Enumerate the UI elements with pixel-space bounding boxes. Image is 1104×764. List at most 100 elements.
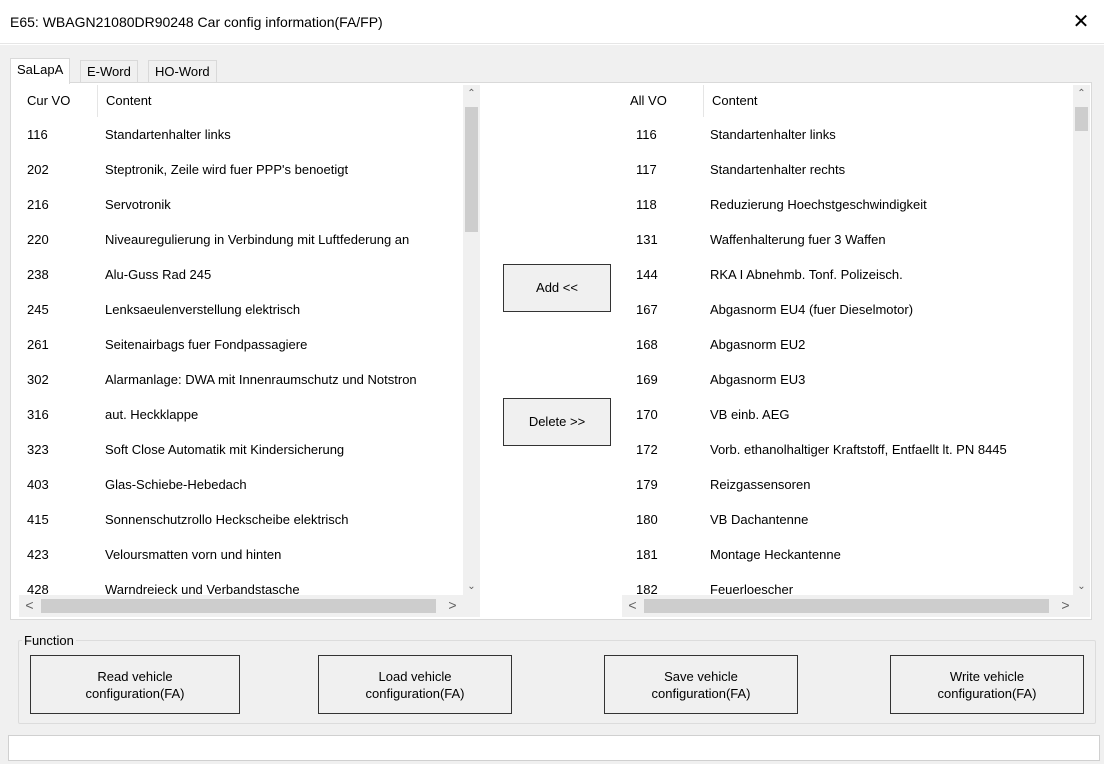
vo-code: 172 <box>636 442 658 457</box>
vo-code: 403 <box>27 477 49 492</box>
tab-e-word[interactable]: E-Word <box>80 60 138 83</box>
scroll-up-icon[interactable]: ⌃ <box>1073 85 1090 102</box>
scrollbar-thumb[interactable] <box>644 599 1049 613</box>
list-item[interactable]: 261 Seitenairbags fuer Fondpassagiere <box>19 327 463 362</box>
vo-code: 118 <box>636 197 657 212</box>
vo-code: 423 <box>27 547 49 562</box>
vo-code: 179 <box>636 477 658 492</box>
close-icon: ✕ <box>1072 11 1090 33</box>
vo-content: Alu-Guss Rad 245 <box>105 267 212 282</box>
list-item[interactable]: 428 Warndreieck und Verbandstasche <box>19 572 463 595</box>
list-item[interactable]: 415 Sonnenschutzrollo Heckscheibe elektri… <box>19 502 463 537</box>
list-item[interactable]: 170 VB einb. AEG <box>622 397 1073 432</box>
column-header-content[interactable]: Content <box>704 85 1073 117</box>
vo-code: 202 <box>27 162 49 177</box>
vo-content: Standartenhalter links <box>105 127 231 142</box>
scrollbar-thumb[interactable] <box>465 107 478 232</box>
button-label: Save vehicle configuration(FA) <box>651 668 751 701</box>
scroll-down-icon[interactable]: ⌄ <box>463 578 480 595</box>
vo-code: 169 <box>636 372 658 387</box>
scroll-left-icon[interactable]: < <box>21 597 38 614</box>
write-vehicle-configuration-button[interactable]: Write vehicle configuration(FA) <box>890 655 1084 714</box>
title-bar: E65: WBAGN21080DR90248 Car config inform… <box>0 0 1104 44</box>
scroll-right-icon[interactable]: > <box>1057 597 1074 614</box>
vo-content: Sonnenschutzrollo Heckscheibe elektrisch <box>105 512 349 527</box>
vo-content: Standartenhalter rechts <box>710 162 846 177</box>
button-label: Read vehicle configuration(FA) <box>85 668 185 701</box>
column-header-content[interactable]: Content <box>98 85 463 117</box>
vo-code: 144 <box>636 267 658 282</box>
vo-content: Montage Heckantenne <box>710 547 841 562</box>
add-button[interactable]: Add << <box>503 264 611 312</box>
close-button[interactable]: ✕ <box>1058 0 1104 44</box>
vo-code: 131 <box>636 232 658 247</box>
scroll-left-icon[interactable]: < <box>624 597 641 614</box>
save-vehicle-configuration-button[interactable]: Save vehicle configuration(FA) <box>604 655 798 714</box>
list-item[interactable]: 245 Lenksaeulenverstellung elektrisch <box>19 292 463 327</box>
list-item[interactable]: 238 Alu-Guss Rad 245 <box>19 257 463 292</box>
list-item[interactable]: 216 Servotronik <box>19 187 463 222</box>
vo-content: Servotronik <box>105 197 171 212</box>
list-item[interactable]: 323 Soft Close Automatik mit Kindersicher… <box>19 432 463 467</box>
list-item[interactable]: 118 Reduzierung Hoechstgeschwindigkeit <box>622 187 1073 222</box>
current-vo-list[interactable]: Cur VO Content 116 Standartenhalter links… <box>19 85 463 595</box>
scrollbar-thumb[interactable] <box>1075 107 1088 131</box>
button-label: Load vehicle configuration(FA) <box>365 668 465 701</box>
list-item[interactable]: 403 Glas-Schiebe-Hebedach <box>19 467 463 502</box>
left-vertical-scrollbar[interactable]: ⌃ ⌄ <box>463 85 480 595</box>
vo-code: 216 <box>27 197 49 212</box>
list-item[interactable]: 168 Abgasnorm EU2 <box>622 327 1073 362</box>
column-header-cur-vo[interactable]: Cur VO <box>19 85 98 117</box>
list-item[interactable]: 131 Waffenhalterung fuer 3 Waffen <box>622 222 1073 257</box>
vo-content: Seitenairbags fuer Fondpassagiere <box>105 337 308 352</box>
list-item[interactable]: 182 Feuerloescher <box>622 572 1073 595</box>
scroll-down-icon[interactable]: ⌄ <box>1073 578 1090 595</box>
status-bar <box>8 735 1100 761</box>
tab-salapa[interactable]: SaLapA <box>10 58 71 84</box>
list-item[interactable]: 179 Reizgassensoren <box>622 467 1073 502</box>
tab-ho-word[interactable]: HO-Word <box>148 60 217 83</box>
list-item[interactable]: 423 Veloursmatten vorn und hinten <box>19 537 463 572</box>
list-item[interactable]: 202 Steptronik, Zeile wird fuer PPP's ben… <box>19 152 463 187</box>
vo-content: Feuerloescher <box>710 582 794 595</box>
list-item[interactable]: 144 RKA I Abnehmb. Tonf. Polizeisch. <box>622 257 1073 292</box>
load-vehicle-configuration-button[interactable]: Load vehicle configuration(FA) <box>318 655 512 714</box>
vo-content: VB einb. AEG <box>710 407 790 422</box>
vo-content: Alarmanlage: DWA mit Innenraumschutz und… <box>105 372 417 387</box>
vo-code: 180 <box>636 512 658 527</box>
vo-code: 220 <box>27 232 49 247</box>
vo-content: Waffenhalterung fuer 3 Waffen <box>710 232 886 247</box>
read-vehicle-configuration-button[interactable]: Read vehicle configuration(FA) <box>30 655 240 714</box>
scrollbar-thumb[interactable] <box>41 599 436 613</box>
list-item[interactable]: 169 Abgasnorm EU3 <box>622 362 1073 397</box>
delete-button[interactable]: Delete >> <box>503 398 611 446</box>
column-header-all-vo[interactable]: All VO <box>622 85 704 117</box>
list-item[interactable]: 167 Abgasnorm EU4 (fuer Dieselmotor) <box>622 292 1073 327</box>
list-item[interactable]: 302 Alarmanlage: DWA mit Innenraumschutz … <box>19 362 463 397</box>
list-item[interactable]: 181 Montage Heckantenne <box>622 537 1073 572</box>
vo-code: 415 <box>27 512 49 527</box>
right-horizontal-scrollbar[interactable]: < > <box>622 595 1090 617</box>
scroll-up-icon[interactable]: ⌃ <box>463 85 480 102</box>
vo-content: aut. Heckklappe <box>105 407 199 422</box>
list-header: Cur VO Content <box>19 85 463 117</box>
vo-code: 238 <box>27 267 49 282</box>
list-item[interactable]: 117 Standartenhalter rechts <box>622 152 1073 187</box>
right-vertical-scrollbar[interactable]: ⌃ ⌄ <box>1073 85 1090 595</box>
list-item[interactable]: 172 Vorb. ethanolhaltiger Kraftstoff, Ent… <box>622 432 1073 467</box>
list-item[interactable]: 316 aut. Heckklappe <box>19 397 463 432</box>
vo-content: RKA I Abnehmb. Tonf. Polizeisch. <box>710 267 903 282</box>
list-item[interactable]: 116 Standartenhalter links <box>622 117 1073 152</box>
vo-code: 182 <box>636 582 658 595</box>
vo-code: 316 <box>27 407 49 422</box>
vo-content: Glas-Schiebe-Hebedach <box>105 477 247 492</box>
list-header: All VO Content <box>622 85 1073 117</box>
scroll-right-icon[interactable]: > <box>444 597 461 614</box>
left-horizontal-scrollbar[interactable]: < > <box>19 595 480 617</box>
vo-code: 428 <box>27 582 49 595</box>
list-item[interactable]: 116 Standartenhalter links <box>19 117 463 152</box>
list-item[interactable]: 180 VB Dachantenne <box>622 502 1073 537</box>
vo-code: 302 <box>27 372 49 387</box>
list-item[interactable]: 220 Niveauregulierung in Verbindung mit L… <box>19 222 463 257</box>
all-vo-list[interactable]: All VO Content 116 Standartenhalter links… <box>622 85 1073 595</box>
